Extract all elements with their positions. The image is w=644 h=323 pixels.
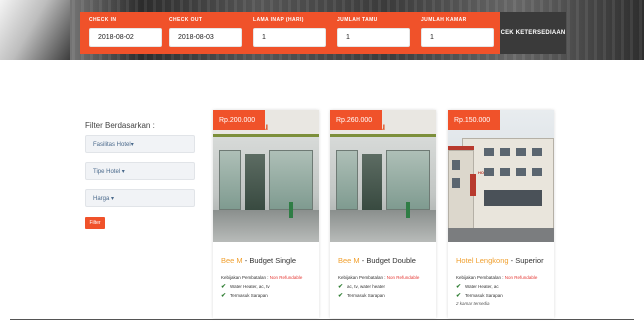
filter-button[interactable]: Filter — [85, 217, 105, 229]
building-window — [484, 148, 494, 156]
lobby-stand — [406, 202, 410, 218]
policy-value: Non Refundable — [269, 275, 303, 280]
room-feature: ✔ Termasuk Sarapan — [456, 292, 503, 299]
price-tag: Rp.150.000 — [448, 110, 501, 130]
price-tag: Rp.260.000 — [330, 110, 383, 130]
room-name: Superior — [515, 256, 544, 265]
room-card[interactable]: HOTEL Rp.150.000 Hotel Lengkong - Superi… — [448, 110, 554, 318]
facility-filter-label: Fasilitas Hotel — [93, 142, 131, 148]
check-icon: ✔ — [456, 284, 462, 290]
page-divider — [10, 319, 634, 320]
room-name: Budget Double — [366, 256, 416, 265]
room-feature: ✔ Water Heater, ac, tv — [221, 283, 270, 290]
chevron-down-icon: ▾ — [109, 196, 115, 202]
feature-text: ac, tv, water heater — [347, 284, 385, 289]
rooms-input[interactable]: 1 — [421, 28, 494, 47]
check-in-input[interactable]: 2018-08-02 — [89, 28, 162, 47]
rooms-available: 2 kamar tersedia — [456, 301, 490, 306]
building-window — [516, 168, 526, 176]
lobby-window — [386, 150, 430, 210]
price-filter-dropdown[interactable]: Harga ▾ — [85, 189, 195, 207]
feature-text: Termasuk Sarapan — [230, 293, 268, 298]
room-photo[interactable]: HOTEL Rp.150.000 — [448, 110, 554, 242]
filter-title: Filter Berdasarkan : — [85, 121, 155, 130]
street — [448, 228, 554, 242]
tower-window — [452, 160, 460, 170]
room-photo[interactable]: GuestHou Rp.200.000 — [213, 110, 319, 242]
room-title[interactable]: Hotel Lengkong - Superior — [456, 256, 544, 265]
guests-input[interactable]: 1 — [337, 28, 410, 47]
feature-text: Water Heater, ac — [465, 284, 499, 289]
lobby-door — [362, 154, 382, 210]
room-info: Bee M - Budget Double Kebijakan Pembatal… — [330, 242, 436, 318]
hotel-type-filter-dropdown[interactable]: Tipe Hotel ▾ — [85, 162, 195, 180]
lobby-floor — [330, 210, 436, 242]
policy-label: Kebijakan Pembatalan : — [456, 275, 504, 280]
room-info: Hotel Lengkong - Superior Kebijakan Pemb… — [448, 242, 554, 318]
room-name: Budget Single — [249, 256, 297, 265]
guests-label: JUMLAH TAMU — [337, 17, 378, 23]
room-title[interactable]: Bee M - Budget Single — [221, 256, 296, 265]
hotel-name: Bee M — [338, 256, 360, 265]
building-window — [516, 148, 526, 156]
hotel-name: Hotel Lengkong — [456, 256, 509, 265]
check-availability-button[interactable]: CEK KETERSEDIAAN — [500, 12, 566, 54]
check-icon: ✔ — [338, 284, 344, 290]
ground-floor-front — [484, 190, 542, 206]
policy-value: Non Refundable — [386, 275, 420, 280]
check-in-label: CHECK IN — [89, 17, 117, 23]
cancellation-policy: Kebijakan Pembatalan : Non Refundable — [338, 275, 419, 280]
check-icon: ✔ — [221, 293, 227, 299]
room-feature: ✔ Water Heater, ac — [456, 283, 499, 290]
facility-filter-dropdown[interactable]: Fasilitas Hotel▾ — [85, 135, 195, 153]
room-card[interactable]: GuestHou Rp.260.000 Bee M - Budget Doubl… — [330, 110, 436, 318]
check-out-label: CHECK OUT — [169, 17, 203, 23]
booking-bar: CHECK IN 2018-08-02 CHECK OUT 2018-08-03… — [80, 12, 566, 54]
check-icon: ✔ — [338, 293, 344, 299]
room-card[interactable]: GuestHou Rp.200.000 Bee M - Budget Singl… — [213, 110, 319, 318]
lobby-stand — [289, 202, 293, 218]
feature-text: Termasuk Sarapan — [347, 293, 385, 298]
room-title[interactable]: Bee M - Budget Double — [338, 256, 416, 265]
nights-label: LAMA INAP (HARI) — [253, 17, 304, 23]
rooms-label: JUMLAH KAMAR — [421, 17, 467, 23]
hotel-sign-panel — [470, 174, 476, 196]
check-out-input[interactable]: 2018-08-03 — [169, 28, 242, 47]
tower-window — [452, 178, 460, 188]
banner-highlight — [0, 0, 70, 60]
policy-value: Non Refundable — [504, 275, 538, 280]
cancellation-policy: Kebijakan Pembatalan : Non Refundable — [221, 275, 302, 280]
room-photo[interactable]: GuestHou Rp.260.000 — [330, 110, 436, 242]
lobby-window — [219, 150, 241, 210]
nights-input[interactable]: 1 — [253, 28, 326, 47]
page: CHECK IN 2018-08-02 CHECK OUT 2018-08-03… — [0, 0, 644, 323]
room-feature: ✔ ac, tv, water heater — [338, 283, 385, 290]
hotel-type-filter-label: Tipe Hotel — [93, 169, 121, 175]
hotel-name: Bee M — [221, 256, 243, 265]
roof-trim — [448, 146, 474, 150]
feature-text: Water Heater, ac, tv — [230, 284, 270, 289]
lobby-floor — [213, 210, 319, 242]
building-window — [484, 168, 494, 176]
price-tag: Rp.200.000 — [213, 110, 266, 130]
policy-label: Kebijakan Pembatalan : — [221, 275, 269, 280]
check-icon: ✔ — [221, 284, 227, 290]
room-feature: ✔ Termasuk Sarapan — [221, 292, 268, 299]
check-icon: ✔ — [456, 293, 462, 299]
lobby-window — [269, 150, 313, 210]
room-info: Bee M - Budget Single Kebijakan Pembatal… — [213, 242, 319, 318]
building-window — [532, 148, 542, 156]
building-window — [532, 168, 542, 176]
building-window — [500, 168, 510, 176]
room-feature: ✔ Termasuk Sarapan — [338, 292, 385, 299]
cancellation-policy: Kebijakan Pembatalan : Non Refundable — [456, 275, 537, 280]
chevron-down-icon: ▾ — [120, 169, 125, 175]
lobby-door — [245, 154, 265, 210]
policy-label: Kebijakan Pembatalan : — [338, 275, 386, 280]
building-window — [500, 148, 510, 156]
feature-text: Termasuk Sarapan — [465, 293, 503, 298]
lobby-window — [336, 150, 358, 210]
chevron-down-icon: ▾ — [130, 142, 134, 148]
price-filter-label: Harga — [93, 196, 110, 202]
